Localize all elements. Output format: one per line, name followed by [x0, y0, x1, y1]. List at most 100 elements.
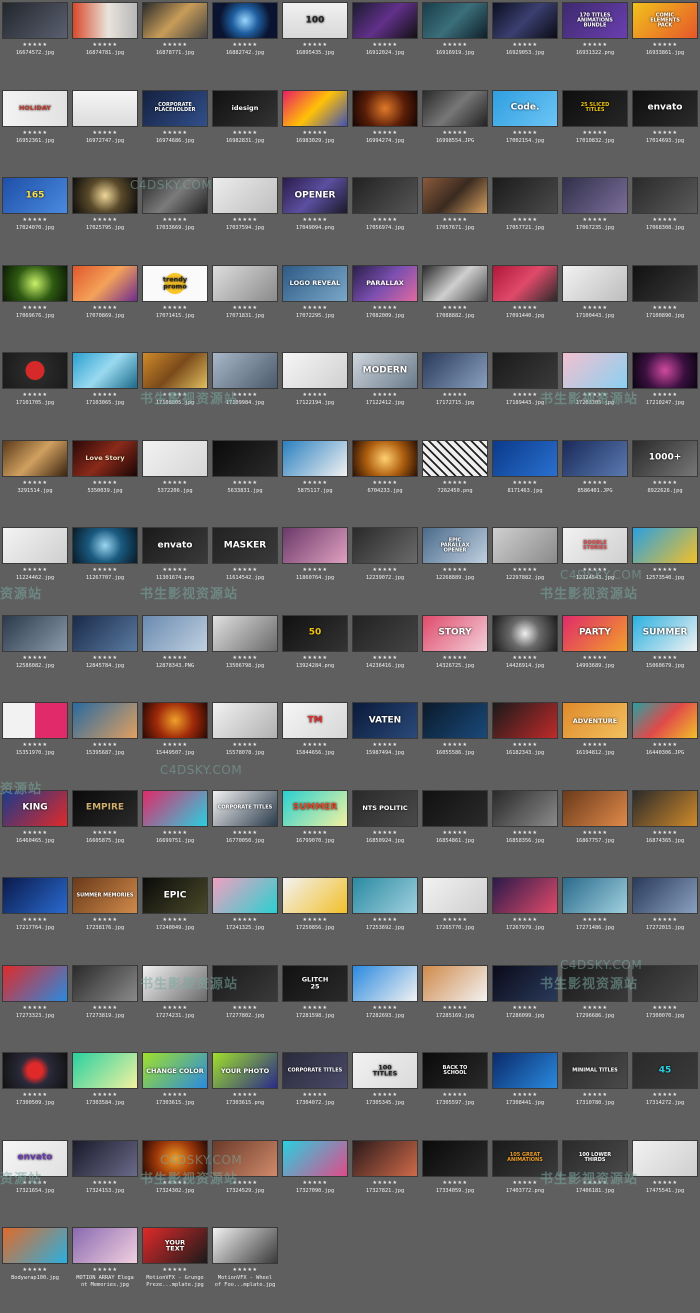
thumbnail-item[interactable]: 1000+ ★★★★★ 8922626.jpg — [630, 438, 700, 526]
thumbnail-image[interactable] — [142, 789, 208, 827]
thumbnail-item[interactable]: ★★★★★ 17265770.jpg — [420, 875, 490, 963]
thumbnail-image[interactable] — [212, 439, 278, 477]
thumbnail-item[interactable]: ★★★★★ 17273819.jpg — [70, 963, 140, 1051]
thumbnail-image[interactable] — [492, 877, 558, 914]
thumbnail-image[interactable] — [422, 964, 488, 1002]
thumbnail-item[interactable]: ★★★★★ 17100443.jpg — [560, 263, 630, 351]
thumbnail-item[interactable]: ★★★★★ 17210247.jpg — [630, 350, 700, 438]
thumbnail-item[interactable]: ★★★★★ MotionVFX - Wheel of Foo...mplate.j… — [210, 1225, 280, 1313]
thumbnail-image[interactable] — [562, 352, 628, 389]
thumbnail-image[interactable] — [142, 439, 208, 477]
thumbnail-item[interactable]: 100 LOWER THIRDS ★★★★★ 17406181.jpg — [560, 1138, 630, 1226]
thumbnail-image[interactable] — [142, 2, 208, 39]
thumbnail-item[interactable]: ★★★★★ 17033669.jpg — [140, 175, 210, 263]
thumbnail-image[interactable]: Love Story — [72, 439, 138, 477]
thumbnail-image[interactable]: HOLIDAY — [2, 89, 68, 127]
thumbnail-image[interactable] — [632, 264, 698, 302]
thumbnail-image[interactable]: CORPORATE TITLES — [282, 1052, 348, 1089]
thumbnail-item[interactable]: ★★★★★ 17324529.jpg — [210, 1138, 280, 1226]
thumbnail-item[interactable]: EPIC PARALLAX OPENER ★★★★★ 12268889.jpg — [420, 525, 490, 613]
thumbnail-item[interactable]: envato ★★★★★ 11301674.png — [140, 525, 210, 613]
thumbnail-image[interactable]: OPENER — [282, 177, 348, 214]
thumbnail-item[interactable]: ★★★★★ 12239072.jpg — [350, 525, 420, 613]
thumbnail-item[interactable]: ★★★★★ 17327821.jpg — [350, 1138, 420, 1226]
thumbnail-item[interactable]: ★★★★★ 17057671.jpg — [420, 175, 490, 263]
thumbnail-item[interactable]: ★★★★★ 17241325.jpg — [210, 875, 280, 963]
thumbnail-image[interactable] — [562, 264, 628, 302]
thumbnail-image[interactable] — [212, 964, 278, 1002]
thumbnail-item[interactable]: ★★★★★ 17108805.jpg — [140, 350, 210, 438]
thumbnail-image[interactable]: MINIMAL TITLES — [562, 1052, 628, 1089]
thumbnail-image[interactable] — [212, 1227, 278, 1264]
thumbnail-item[interactable]: ★★★★★ 17172715.jpg — [420, 350, 490, 438]
thumbnail-item[interactable]: ★★★★★ 11224462.jpg — [0, 525, 70, 613]
thumbnail-item[interactable]: ★★★★★ 17025795.jpg — [70, 175, 140, 263]
thumbnail-image[interactable]: 50 — [282, 614, 348, 652]
thumbnail-item[interactable]: ★★★★★ 15351970.jpg — [0, 700, 70, 788]
thumbnail-item[interactable]: LOGO REVEAL ★★★★★ 17072295.jpg — [280, 263, 350, 351]
thumbnail-item[interactable]: ★★★★★ 17037594.jpg — [210, 175, 280, 263]
thumbnail-image[interactable]: NTS POLITIC — [352, 789, 418, 827]
thumbnail-item[interactable]: ★★★★★ 17057721.jpg — [490, 175, 560, 263]
thumbnail-item[interactable]: Code. ★★★★★ 17002154.jpg — [490, 88, 560, 176]
thumbnail-item[interactable]: ★★★★★ 17067235.jpg — [560, 175, 630, 263]
thumbnail-image[interactable] — [492, 264, 558, 302]
thumbnail-image[interactable]: SUMMER — [632, 614, 698, 652]
thumbnail-image[interactable] — [352, 2, 418, 39]
thumbnail-item[interactable]: ★★★★★ 12573540.jpg — [630, 525, 700, 613]
thumbnail-image[interactable] — [142, 177, 208, 214]
thumbnail-item[interactable]: ★★★★★ 17327090.jpg — [280, 1138, 350, 1226]
thumbnail-item[interactable]: ★★★★★ 17101705.jpg — [0, 350, 70, 438]
thumbnail-image[interactable]: 45 — [632, 1052, 698, 1089]
thumbnail-item[interactable]: ★★★★★ 17122194.jpg — [280, 350, 350, 438]
thumbnail-image[interactable] — [492, 352, 558, 389]
thumbnail-image[interactable] — [492, 1052, 558, 1089]
thumbnail-item[interactable]: CORPORATE TITLES ★★★★★ 17304072.jpg — [280, 1050, 350, 1138]
thumbnail-image[interactable] — [282, 439, 348, 477]
thumbnail-item[interactable]: ★★★★★ 16182343.jpg — [490, 700, 560, 788]
thumbnail-image[interactable]: EPIC PARALLAX OPENER — [422, 527, 488, 564]
thumbnail-image[interactable] — [632, 877, 698, 914]
thumbnail-item[interactable]: HOLIDAY ★★★★★ 16952361.jpg — [0, 88, 70, 176]
thumbnail-image[interactable] — [492, 177, 558, 214]
thumbnail-item[interactable]: ★★★★★ 16916919.jpg — [420, 0, 490, 88]
thumbnail-image[interactable]: trendy promo — [142, 264, 208, 302]
thumbnail-item[interactable]: BACK TO SCHOOL ★★★★★ 17305597.jpg — [420, 1050, 490, 1138]
thumbnail-item[interactable]: ★★★★★ 17286099.jpg — [490, 963, 560, 1051]
thumbnail-item[interactable]: 165 ★★★★★ 17024070.jpg — [0, 175, 70, 263]
thumbnail-item[interactable]: ★★★★★ 5875117.jpg — [280, 438, 350, 526]
thumbnail-image[interactable] — [282, 527, 348, 564]
thumbnail-image[interactable]: ADVENTURE — [562, 702, 628, 739]
thumbnail-image[interactable] — [72, 614, 138, 652]
thumbnail-image[interactable]: SUMMER MEMORIES — [72, 877, 138, 914]
thumbnail-image[interactable] — [142, 614, 208, 652]
thumbnail-image[interactable] — [72, 527, 138, 564]
thumbnail-image[interactable]: GLITCH 25 — [282, 964, 348, 1002]
thumbnail-image[interactable] — [2, 352, 68, 389]
thumbnail-item[interactable]: PARTY ★★★★★ 14993689.jpg — [560, 613, 630, 701]
thumbnail-item[interactable]: ★★★★★ 11860764.jpg — [280, 525, 350, 613]
thumbnail-item[interactable]: ★★★★★ 16912024.jpg — [350, 0, 420, 88]
thumbnail-item[interactable]: ★★★★★ 16882742.jpg — [210, 0, 280, 88]
thumbnail-image[interactable] — [212, 877, 278, 914]
thumbnail-image[interactable] — [632, 177, 698, 214]
thumbnail-image[interactable] — [212, 2, 278, 39]
thumbnail-image[interactable] — [632, 352, 698, 389]
thumbnail-image[interactable]: PARTY — [562, 614, 628, 652]
thumbnail-image[interactable]: MODERN — [352, 352, 418, 389]
thumbnail-image[interactable] — [632, 1139, 698, 1177]
thumbnail-item[interactable]: ★★★★★ 8171463.jpg — [490, 438, 560, 526]
thumbnail-image[interactable]: 1000+ — [632, 439, 698, 477]
thumbnail-image[interactable] — [142, 352, 208, 389]
thumbnail-item[interactable]: ★★★★★ 11267707.jpg — [70, 525, 140, 613]
thumbnail-item[interactable]: CORPORATE PLACEHOLDER ★★★★★ 16974686.jpg — [140, 88, 210, 176]
thumbnail-item[interactable]: ★★★★★ 17282693.jpg — [350, 963, 420, 1051]
thumbnail-item[interactable]: ★★★★★ 5372206.jpg — [140, 438, 210, 526]
thumbnail-image[interactable]: idesign — [212, 89, 278, 127]
thumbnail-image[interactable] — [2, 614, 68, 652]
thumbnail-image[interactable]: YOUR PHOTO — [212, 1052, 278, 1089]
thumbnail-image[interactable]: envato — [142, 527, 208, 564]
thumbnail-item[interactable]: ★★★★★ 17068308.jpg — [630, 175, 700, 263]
thumbnail-image[interactable] — [422, 177, 488, 214]
thumbnail-image[interactable] — [492, 527, 558, 564]
